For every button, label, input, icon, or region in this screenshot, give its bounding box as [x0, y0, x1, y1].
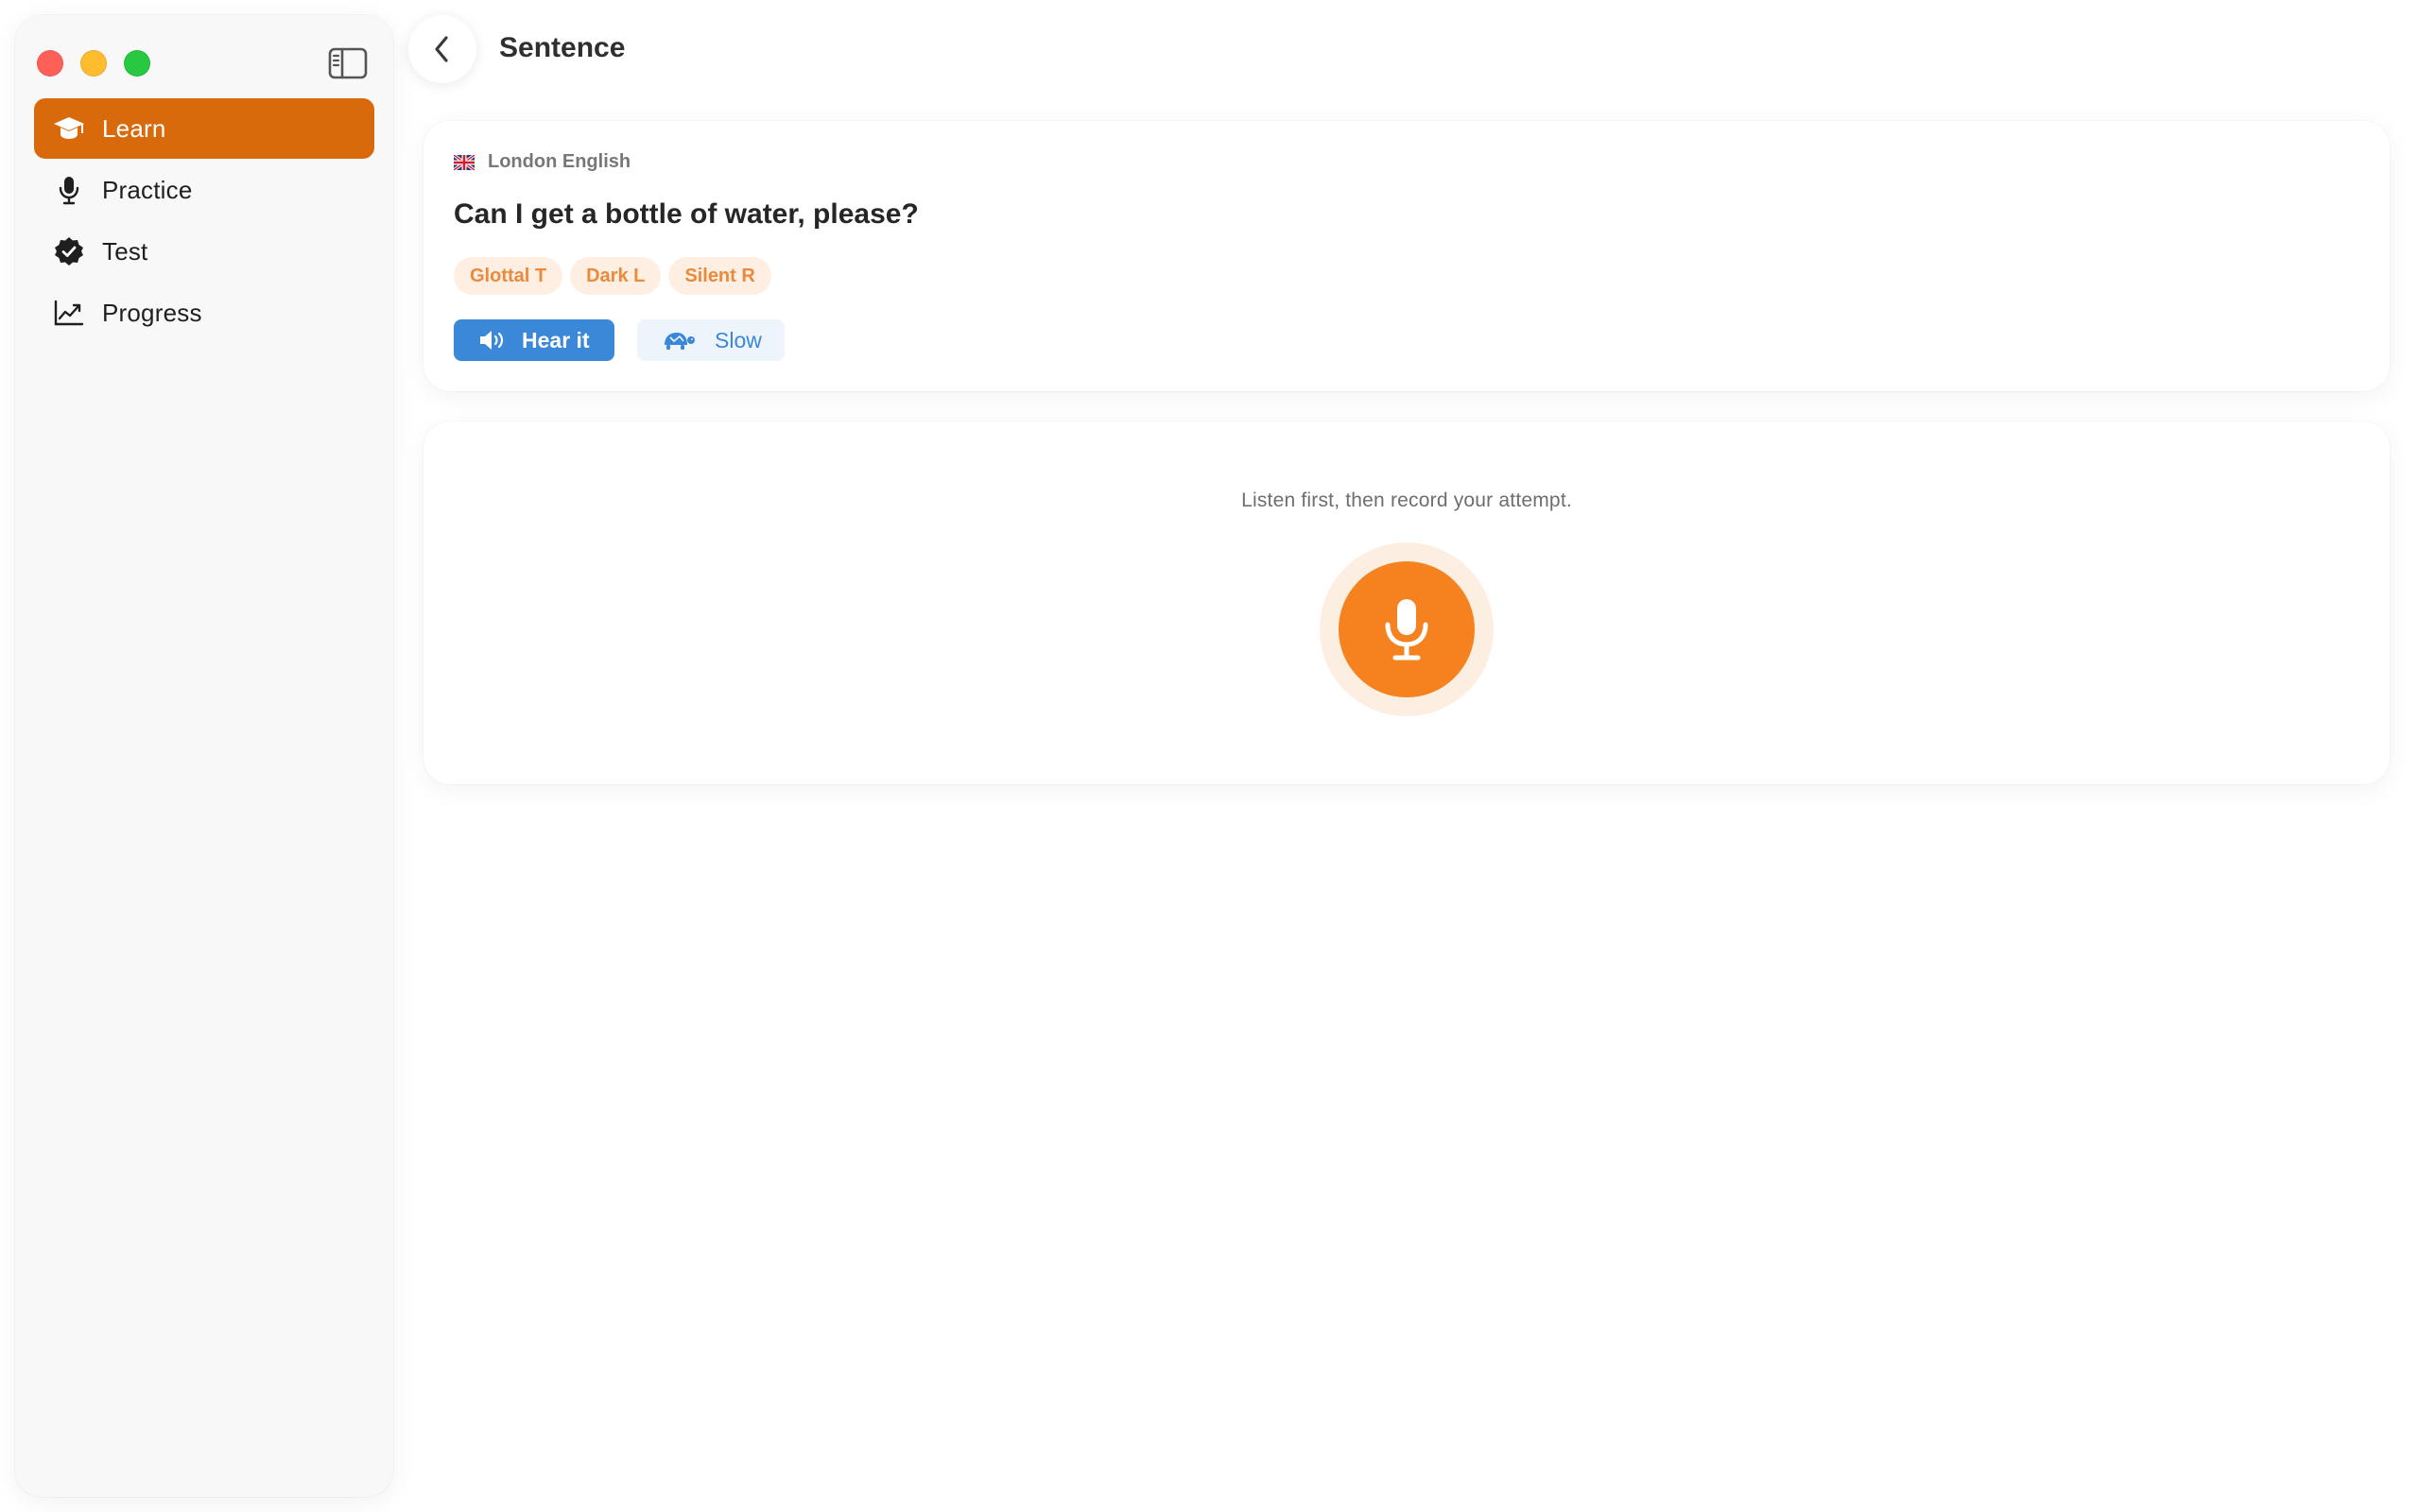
tag-glottal-t: Glottal T: [454, 257, 563, 295]
microphone-icon: [1385, 599, 1428, 661]
microphone-icon: [53, 174, 85, 206]
hear-it-label: Hear it: [522, 327, 590, 352]
page-title: Sentence: [499, 32, 626, 63]
sidebar-item-label: Progress: [102, 298, 202, 327]
sidebar-item-test[interactable]: Test: [34, 221, 374, 282]
record-hint: Listen first, then record your attempt.: [1241, 490, 1572, 511]
sidebar-item-label: Learn: [102, 113, 166, 143]
slow-button[interactable]: Slow: [637, 319, 785, 361]
accent-row: London English: [453, 151, 631, 173]
sidebar-item-label: Practice: [102, 175, 193, 204]
back-button[interactable]: [408, 15, 476, 83]
accent-label: London English: [488, 151, 631, 172]
window-minimize-button[interactable]: [80, 50, 107, 77]
sidebar-toggle-icon[interactable]: [328, 47, 368, 79]
app-window: Learn Practice Test Progress Sentence Lo…: [0, 0, 2420, 1512]
uk-flag-icon: [453, 153, 475, 171]
sidebar-item-learn[interactable]: Learn: [34, 98, 374, 159]
record-button[interactable]: [1339, 561, 1475, 697]
sidebar-item-progress[interactable]: Progress: [34, 283, 374, 343]
sentence-card: London English Can I get a bottle of wat…: [424, 121, 2390, 391]
playback-actions: Hear it Slow: [454, 319, 785, 361]
tag-dark-l: Dark L: [570, 257, 662, 295]
tag-silent-r: Silent R: [668, 257, 771, 295]
window-maximize-button[interactable]: [124, 50, 150, 77]
slow-label: Slow: [715, 327, 762, 352]
sidebar: Learn Practice Test Progress: [15, 15, 393, 1497]
sidebar-item-label: Test: [102, 236, 148, 266]
pronunciation-tags: Glottal T Dark L Silent R: [454, 257, 779, 295]
tortoise-icon: [662, 329, 696, 352]
speaker-icon: [478, 329, 507, 352]
checkmark-seal-icon: [53, 235, 85, 267]
graduation-cap-icon: [53, 112, 85, 145]
practice-sentence: Can I get a bottle of water, please?: [454, 198, 919, 230]
sidebar-nav: Learn Practice Test Progress: [34, 98, 374, 344]
line-chart-icon: [53, 297, 85, 329]
chevron-left-icon: [435, 36, 448, 62]
sidebar-item-practice[interactable]: Practice: [34, 160, 374, 220]
window-close-button[interactable]: [37, 50, 63, 77]
hear-it-button[interactable]: Hear it: [454, 319, 614, 361]
record-card: Listen first, then record your attempt.: [424, 421, 2390, 784]
